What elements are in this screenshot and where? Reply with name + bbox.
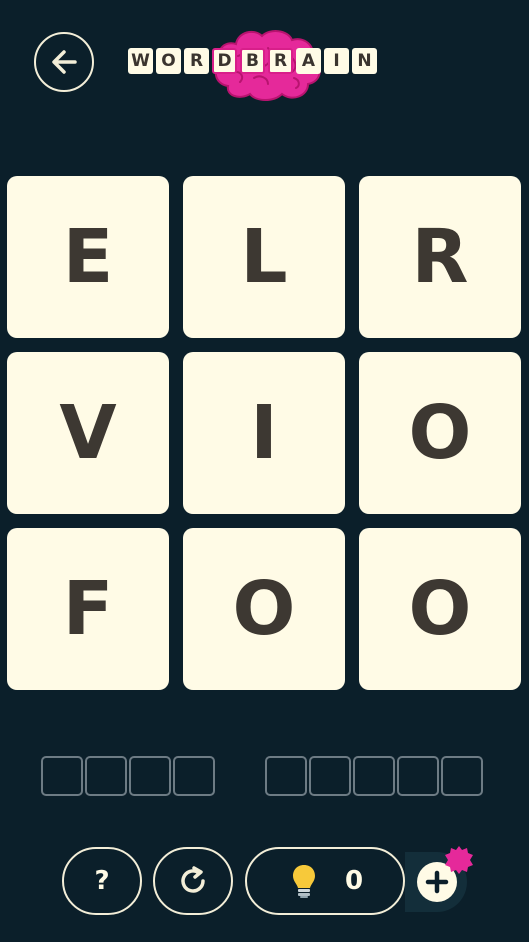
logo-letter: O <box>156 48 181 74</box>
answer-word-1 <box>41 756 215 796</box>
letter-tile[interactable]: R <box>359 176 521 338</box>
letter-tile[interactable]: I <box>183 352 345 514</box>
help-button[interactable]: ? <box>62 847 142 915</box>
restart-icon <box>181 866 205 893</box>
answer-slot <box>353 756 395 796</box>
logo-letter: R <box>268 48 293 74</box>
logo-letter: D <box>212 48 237 74</box>
logo-letter: R <box>184 48 209 74</box>
help-label: ? <box>94 866 110 896</box>
tile-letter: O <box>408 566 472 652</box>
logo-letter: I <box>324 48 349 74</box>
letter-grid: E L R V I O F O O <box>7 176 521 690</box>
answer-slot <box>173 756 215 796</box>
answer-slot <box>41 756 83 796</box>
arrow-left-icon <box>52 50 77 74</box>
wordbrain-logo: W O R D B R A I N <box>128 20 403 105</box>
answer-slot <box>441 756 483 796</box>
back-button[interactable] <box>34 32 94 92</box>
answer-slot <box>397 756 439 796</box>
restart-button[interactable] <box>153 847 233 915</box>
answer-slot <box>85 756 127 796</box>
letter-tile[interactable]: O <box>359 352 521 514</box>
letter-tile[interactable]: O <box>183 528 345 690</box>
tile-letter: R <box>411 214 469 300</box>
answer-slot <box>129 756 171 796</box>
letter-tile[interactable]: V <box>7 352 169 514</box>
hint-count: 0 <box>345 866 364 896</box>
logo-letter: N <box>352 48 377 74</box>
tile-letter: O <box>232 566 296 652</box>
logo-letter: A <box>296 48 321 74</box>
answer-slot <box>265 756 307 796</box>
letter-tile[interactable]: F <box>7 528 169 690</box>
tile-letter: V <box>59 390 117 476</box>
notification-badge-icon <box>445 846 473 874</box>
tile-letter: F <box>62 566 114 652</box>
lightbulb-icon <box>293 865 315 898</box>
letter-tile[interactable]: L <box>183 176 345 338</box>
logo-letter: W <box>128 48 153 74</box>
tile-letter: O <box>408 390 472 476</box>
answer-slot <box>309 756 351 796</box>
tile-letter: L <box>240 214 288 300</box>
letter-tile[interactable]: E <box>7 176 169 338</box>
answer-word-2 <box>265 756 483 796</box>
tile-letter: E <box>62 214 114 300</box>
tile-letter: I <box>250 390 278 476</box>
logo-letter: B <box>240 48 265 74</box>
letter-tile[interactable]: O <box>359 528 521 690</box>
hint-button[interactable]: 0 <box>245 847 405 915</box>
